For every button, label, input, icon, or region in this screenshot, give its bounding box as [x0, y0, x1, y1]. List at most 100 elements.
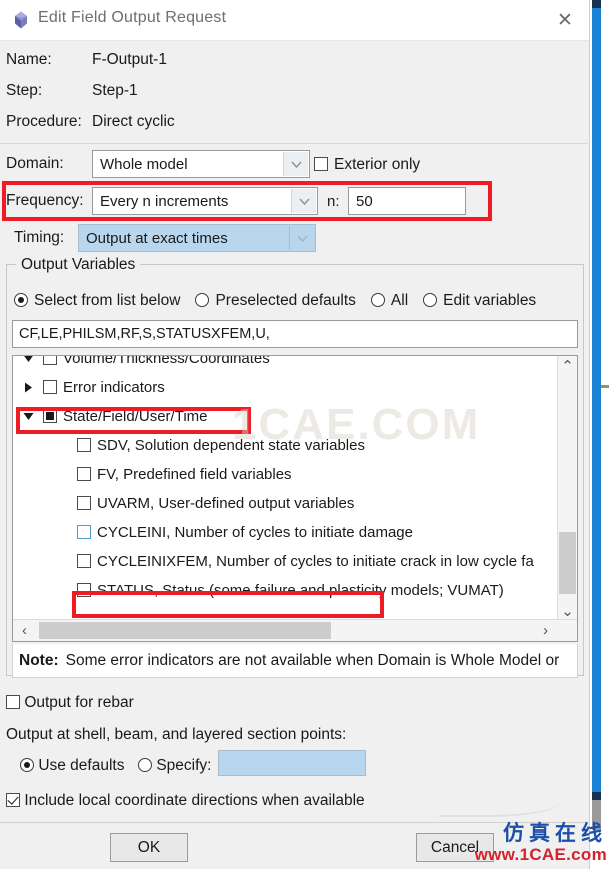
- domain-combobox[interactable]: Whole model: [92, 150, 310, 178]
- frequency-selected-value: Every n increments: [100, 192, 229, 210]
- tree-row-label: STATUS, Status (some failure and plastic…: [97, 582, 504, 599]
- specify-radio[interactable]: [138, 758, 152, 772]
- note-text: Some error indicators are not available …: [65, 651, 560, 669]
- button-bar-divider: [0, 822, 588, 823]
- watermark-swoosh: [439, 793, 559, 817]
- tree-row-label: SDV, Solution dependent state variables: [97, 437, 365, 454]
- title-bar: Edit Field Output Request ✕: [0, 0, 589, 41]
- tree-row[interactable]: State/Field/User/Time: [13, 402, 559, 431]
- horizontal-scrollbar-thumb[interactable]: [39, 622, 331, 639]
- scroll-left-icon[interactable]: ‹: [15, 620, 34, 640]
- tree-row-label: UVARM, User-defined output variables: [97, 495, 355, 512]
- radio-preselected-defaults-label: Preselected defaults: [215, 292, 356, 309]
- tree-row[interactable]: SDV, Solution dependent state variables: [13, 431, 559, 460]
- ok-button[interactable]: OK: [110, 833, 188, 862]
- output-for-rebar-checkbox[interactable]: [6, 695, 20, 709]
- background-blue-band-top-cap: [592, 0, 601, 8]
- use-defaults-option[interactable]: Use defaults: [20, 757, 124, 775]
- radio-preselected-defaults[interactable]: Preselected defaults: [195, 292, 356, 310]
- scroll-right-icon[interactable]: ›: [536, 620, 555, 640]
- frequency-combobox[interactable]: Every n increments: [92, 187, 318, 215]
- radio-edit-variables[interactable]: Edit variables: [423, 292, 536, 310]
- abaqus-diamond-icon: [11, 10, 31, 30]
- tree-row-label: STATUSXFEM, Status of xfem element: [97, 605, 357, 609]
- tree-checkbox[interactable]: [43, 380, 57, 394]
- window-title: Edit Field Output Request: [38, 9, 227, 26]
- tree-row[interactable]: Error indicators: [13, 373, 559, 402]
- procedure-value: Direct cyclic: [92, 113, 175, 130]
- tree-checkbox[interactable]: [77, 467, 91, 481]
- output-variables-value: CF,LE,PHILSM,RF,S,STATUSXFEM,U,: [19, 326, 270, 342]
- tree-checkbox[interactable]: [77, 525, 91, 539]
- output-for-rebar-label: Output for rebar: [24, 694, 134, 711]
- tree-row-label: CYCLEINI, Number of cycles to initiate d…: [97, 524, 413, 541]
- vertical-scrollbar-thumb[interactable]: [559, 532, 576, 594]
- section-points-label: Output at shell, beam, and layered secti…: [6, 726, 347, 743]
- scroll-up-icon[interactable]: ⌃: [558, 356, 577, 376]
- output-variables-radio-group: Select from list below Preselected defaul…: [14, 292, 551, 310]
- n-input[interactable]: 50: [348, 187, 466, 215]
- use-defaults-label: Use defaults: [38, 757, 125, 774]
- chevron-down-icon: [289, 226, 314, 250]
- radio-all[interactable]: All: [370, 292, 409, 310]
- procedure-label: Procedure:: [6, 113, 82, 130]
- radio-all-dot[interactable]: [370, 293, 385, 307]
- output-for-rebar-option[interactable]: Output for rebar: [6, 694, 134, 712]
- header-divider: [0, 143, 588, 144]
- tree-checkbox[interactable]: [77, 583, 91, 597]
- tree-row[interactable]: FV, Predefined field variables: [13, 460, 559, 489]
- name-label: Name:: [6, 51, 52, 68]
- exterior-only-checkbox[interactable]: [314, 157, 328, 171]
- radio-all-label: All: [390, 292, 409, 309]
- tree-row-label: State/Field/User/Time: [63, 408, 208, 425]
- twisty-down-icon[interactable]: [21, 402, 35, 431]
- close-icon[interactable]: ✕: [550, 7, 580, 33]
- radio-select-from-list-dot[interactable]: [14, 293, 28, 307]
- radio-select-from-list[interactable]: Select from list below: [14, 292, 180, 310]
- output-variables-input[interactable]: CF,LE,PHILSM,RF,S,STATUSXFEM,U,: [12, 320, 578, 348]
- specify-input: [218, 750, 366, 776]
- local-coordinates-option[interactable]: Include local coordinate directions when…: [6, 792, 365, 810]
- tree-rows-viewport: Volume/Thickness/Coordinates Error indic…: [13, 355, 559, 609]
- tree-checkbox[interactable]: [43, 356, 57, 365]
- n-label: n:: [327, 193, 340, 210]
- edit-field-output-request-dialog: Edit Field Output Request ✕ Name: F-Outpu…: [0, 0, 590, 869]
- tree-row[interactable]: CYCLEINIXFEM, Number of cycles to initia…: [13, 547, 559, 576]
- tree-vertical-scrollbar[interactable]: ⌃ ⌄: [557, 356, 577, 621]
- tree-row-label: Volume/Thickness/Coordinates: [63, 355, 270, 367]
- domain-label: Domain:: [6, 155, 64, 172]
- tree-horizontal-scrollbar[interactable]: ‹ ›: [13, 619, 577, 641]
- tree-row[interactable]: UVARM, User-defined output variables: [13, 489, 559, 518]
- step-row: Step: Step-1: [6, 82, 138, 100]
- frequency-label: Frequency:: [6, 192, 84, 209]
- tree-checkbox[interactable]: [77, 438, 91, 452]
- radio-edit-variables-label: Edit variables: [443, 292, 537, 309]
- twisty-right-icon[interactable]: [21, 373, 35, 402]
- tree-checkbox[interactable]: [77, 554, 91, 568]
- tree-checkbox[interactable]: [43, 409, 57, 423]
- procedure-row: Procedure: Direct cyclic: [6, 113, 175, 131]
- tree-row[interactable]: STATUS, Status (some failure and plastic…: [13, 576, 559, 605]
- chevron-down-icon[interactable]: [291, 189, 316, 213]
- cancel-button[interactable]: Cancel: [416, 833, 494, 862]
- timing-label: Timing:: [14, 229, 65, 246]
- tree-row[interactable]: Volume/Thickness/Coordinates: [13, 355, 559, 373]
- tree-row[interactable]: STATUSXFEM, Status of xfem element: [13, 605, 559, 609]
- use-defaults-radio[interactable]: [20, 758, 34, 772]
- tree-row-label: FV, Predefined field variables: [97, 466, 292, 483]
- tree-checkbox[interactable]: [77, 496, 91, 510]
- scroll-down-icon[interactable]: ⌄: [558, 601, 577, 621]
- chevron-down-icon[interactable]: [283, 152, 308, 176]
- radio-edit-variables-dot[interactable]: [423, 293, 438, 307]
- specify-option[interactable]: Specify:: [138, 757, 211, 775]
- step-value: Step-1: [92, 82, 138, 99]
- local-coordinates-checkbox[interactable]: [6, 793, 20, 807]
- radio-preselected-defaults-dot[interactable]: [195, 293, 210, 307]
- tree-row[interactable]: CYCLEINI, Number of cycles to initiate d…: [13, 518, 559, 547]
- exterior-only-option[interactable]: Exterior only: [314, 156, 420, 174]
- twisty-down-icon[interactable]: [21, 356, 35, 373]
- timing-selected-value: Output at exact times: [86, 229, 228, 247]
- local-coordinates-label: Include local coordinate directions when…: [24, 792, 365, 809]
- note-label: Note:: [19, 651, 59, 669]
- output-variables-tree[interactable]: Volume/Thickness/Coordinates Error indic…: [12, 355, 578, 642]
